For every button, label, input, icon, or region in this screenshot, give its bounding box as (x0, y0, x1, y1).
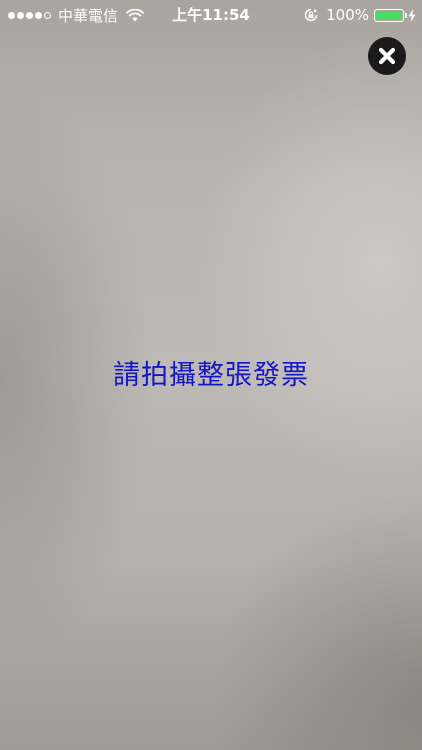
status-right: 100% (304, 0, 416, 30)
battery-icon (374, 8, 407, 22)
battery-percentage: 100% (326, 6, 369, 24)
status-bar: 中華電信 上午11:54 100% (0, 0, 422, 30)
battery-level-fill (376, 10, 402, 20)
camera-screen: 中華電信 上午11:54 100% 請拍攝整張發票 (0, 0, 422, 750)
rotation-lock-icon (304, 8, 318, 22)
close-button[interactable] (368, 37, 406, 75)
instruction-text: 請拍攝整張發票 (113, 360, 309, 391)
battery-cap (405, 12, 407, 18)
charging-icon (408, 8, 416, 22)
close-icon (378, 47, 396, 65)
